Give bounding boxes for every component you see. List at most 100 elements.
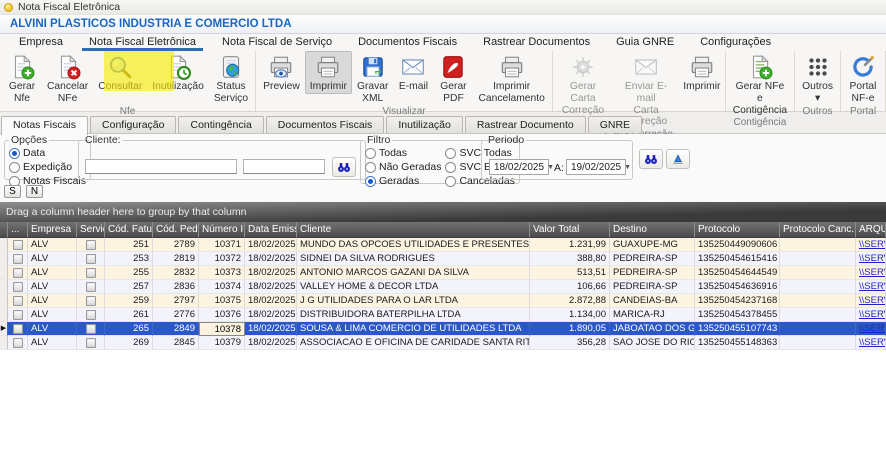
cell-destino[interactable]: MARICA-RJ — [610, 308, 695, 322]
checkbox-icon[interactable] — [86, 254, 96, 264]
cell-dots[interactable] — [8, 252, 28, 266]
outros--button[interactable]: Outros ▾ — [797, 51, 838, 106]
cell-servico[interactable] — [77, 238, 105, 252]
checkbox-icon[interactable] — [86, 282, 96, 292]
cell-destino[interactable]: SAO JOSE DO RIO PRETO — [610, 336, 695, 350]
cell-arquivo[interactable]: \\SERVID — [856, 238, 886, 252]
filtro-radio-geradas[interactable]: Geradas — [365, 175, 441, 187]
cell-numero[interactable]: 10373 — [199, 266, 245, 280]
clear-filter-button[interactable] — [666, 149, 690, 169]
cell-protocoloCanc[interactable] — [780, 322, 856, 336]
cell-protocoloCanc[interactable] — [780, 336, 856, 350]
cell-emissao[interactable]: 18/02/2025 15 — [245, 252, 297, 266]
cell-servico[interactable] — [77, 294, 105, 308]
cell-pedido[interactable]: 2845 — [153, 336, 199, 350]
cell-arquivo[interactable]: \\SERVID — [856, 322, 886, 336]
cell-protocolo[interactable]: 135250454378455 — [695, 308, 780, 322]
filtro-radio-n-o-geradas[interactable]: Não Geradas — [365, 161, 441, 173]
gerar-nfe-button[interactable]: Gerar Nfe — [2, 51, 42, 106]
gerar-carta-corre-o-button[interactable]: Gerar Carta Correção — [555, 51, 611, 117]
cell-valor[interactable]: 2.872,88 — [530, 294, 610, 308]
menu-item-guia-gnre[interactable]: Guia GNRE — [603, 34, 687, 51]
menu-item-documentos-fiscais[interactable]: Documentos Fiscais — [345, 34, 470, 51]
table-row[interactable]: ALV 25927971037518/02/2025 15J G UTILIDAD… — [0, 294, 886, 308]
cell-emissao[interactable]: 18/02/2025 15 — [245, 294, 297, 308]
cell-protocolo[interactable]: 135250449090606 — [695, 238, 780, 252]
cell-arquivo[interactable]: \\SERVID — [856, 280, 886, 294]
cell-numero[interactable]: 10376 — [199, 308, 245, 322]
cell-protocoloCanc[interactable] — [780, 308, 856, 322]
column-header-arquivo[interactable]: ARQUIVO — [856, 222, 886, 238]
cell-empresa[interactable]: ALV — [28, 280, 77, 294]
cell-pedido[interactable]: 2776 — [153, 308, 199, 322]
preview-button[interactable]: Preview — [258, 51, 305, 94]
grid-groupby-bar[interactable]: Drag a column header here to group by th… — [0, 202, 886, 222]
cell-cliente[interactable]: J G UTILIDADES PARA O LAR LTDA — [297, 294, 530, 308]
checkbox-icon[interactable] — [86, 240, 96, 250]
row-indicator[interactable] — [0, 280, 8, 294]
cell-emissao[interactable]: 18/02/2025 16 — [245, 322, 297, 336]
cell-cliente[interactable]: ANTONIO MARCOS GAZANI DA SILVA — [297, 266, 530, 280]
cell-destino[interactable]: PEDREIRA-SP — [610, 266, 695, 280]
cell-emissao[interactable]: 18/02/2025 16 — [245, 308, 297, 322]
gerar-pdf-button[interactable]: Gerar PDF — [433, 51, 473, 106]
imprimir-button[interactable]: Imprimir — [681, 51, 723, 94]
tab-rastrear-documento[interactable]: Rastrear Documento — [465, 116, 586, 133]
cell-destino[interactable]: GUAXUPE-MG — [610, 238, 695, 252]
cell-numero[interactable]: 10372 — [199, 252, 245, 266]
opcoes-radio-data[interactable]: Data — [9, 147, 86, 159]
cell-protocolo[interactable]: 135250454615416 — [695, 252, 780, 266]
cell-destino[interactable]: PEDREIRA-SP — [610, 252, 695, 266]
cell-arquivo[interactable]: \\SERVID — [856, 266, 886, 280]
cell-numero[interactable]: 10375 — [199, 294, 245, 308]
status-servi-o-button[interactable]: Status Serviço — [209, 51, 253, 106]
tab-gnre[interactable]: GNRE — [588, 116, 642, 133]
opcoes-radio-expedi-o[interactable]: Expedição — [9, 161, 86, 173]
cell-numero[interactable]: 10378 — [199, 322, 245, 336]
checkbox-icon[interactable] — [86, 338, 96, 348]
n-button[interactable]: N — [26, 185, 43, 198]
cell-numero[interactable]: 10371 — [199, 238, 245, 252]
cell-numero[interactable]: 10379 — [199, 336, 245, 350]
cell-fatura[interactable]: 259 — [105, 294, 153, 308]
cell-dots[interactable] — [8, 238, 28, 252]
row-indicator[interactable] — [0, 308, 8, 322]
cell-protocolo[interactable]: 135250455148363 — [695, 336, 780, 350]
cell-cliente[interactable]: SIDNEI DA SILVA RODRIGUES — [297, 252, 530, 266]
column-header-emissao[interactable]: Data Emissão — [245, 222, 297, 238]
cell-servico[interactable] — [77, 322, 105, 336]
menu-item-rastrear-documentos[interactable]: Rastrear Documentos — [470, 34, 603, 51]
tab-documentos-fiscais[interactable]: Documentos Fiscais — [266, 116, 385, 133]
cell-fatura[interactable]: 251 — [105, 238, 153, 252]
cell-pedido[interactable]: 2819 — [153, 252, 199, 266]
cell-valor[interactable]: 356,28 — [530, 336, 610, 350]
cell-arquivo[interactable]: \\SERVID — [856, 336, 886, 350]
cell-pedido[interactable]: 2797 — [153, 294, 199, 308]
cell-dots[interactable] — [8, 280, 28, 294]
cell-fatura[interactable]: 257 — [105, 280, 153, 294]
tab-notas-fiscais[interactable]: Notas Fiscais — [1, 116, 88, 135]
checkbox-icon[interactable] — [13, 296, 23, 306]
cell-cliente[interactable]: MUNDO DAS OPCOES UTILIDADES E PRESENTES … — [297, 238, 530, 252]
table-row[interactable]: ALV25328191037218/02/2025 15SIDNEI DA SI… — [0, 252, 886, 266]
cell-empresa[interactable]: ALV — [28, 294, 77, 308]
menu-item-configura-es[interactable]: Configurações — [687, 34, 784, 51]
cell-empresa[interactable]: ALV — [28, 266, 77, 280]
menu-item-empresa[interactable]: Empresa — [6, 34, 76, 51]
cell-arquivo[interactable]: \\SERVID — [856, 294, 886, 308]
cell-protocoloCanc[interactable] — [780, 252, 856, 266]
row-indicator[interactable] — [0, 294, 8, 308]
arquivo-link[interactable]: \\SERVID — [859, 322, 886, 335]
cell-pedido[interactable]: 2836 — [153, 280, 199, 294]
checkbox-icon[interactable] — [86, 296, 96, 306]
imprimir-cancelamento-button[interactable]: Imprimir Cancelamento — [473, 51, 549, 106]
cell-cliente[interactable]: SOUSA & LIMA COMERCIO DE UTILIDADES LTDA — [297, 322, 530, 336]
column-header-numero[interactable]: Número I▲ — [199, 222, 245, 238]
row-indicator[interactable]: ▶ — [0, 322, 8, 336]
table-row[interactable]: ALV25127891037118/02/2025 08MUNDO DAS OP… — [0, 238, 886, 252]
arquivo-link[interactable]: \\SERVID — [859, 266, 886, 279]
column-header-fatura[interactable]: Cód. Fatura — [105, 222, 153, 238]
arquivo-link[interactable]: \\SERVID — [859, 238, 886, 251]
column-header-dots[interactable]: ... — [8, 222, 28, 238]
cell-arquivo[interactable]: \\SERVID — [856, 308, 886, 322]
